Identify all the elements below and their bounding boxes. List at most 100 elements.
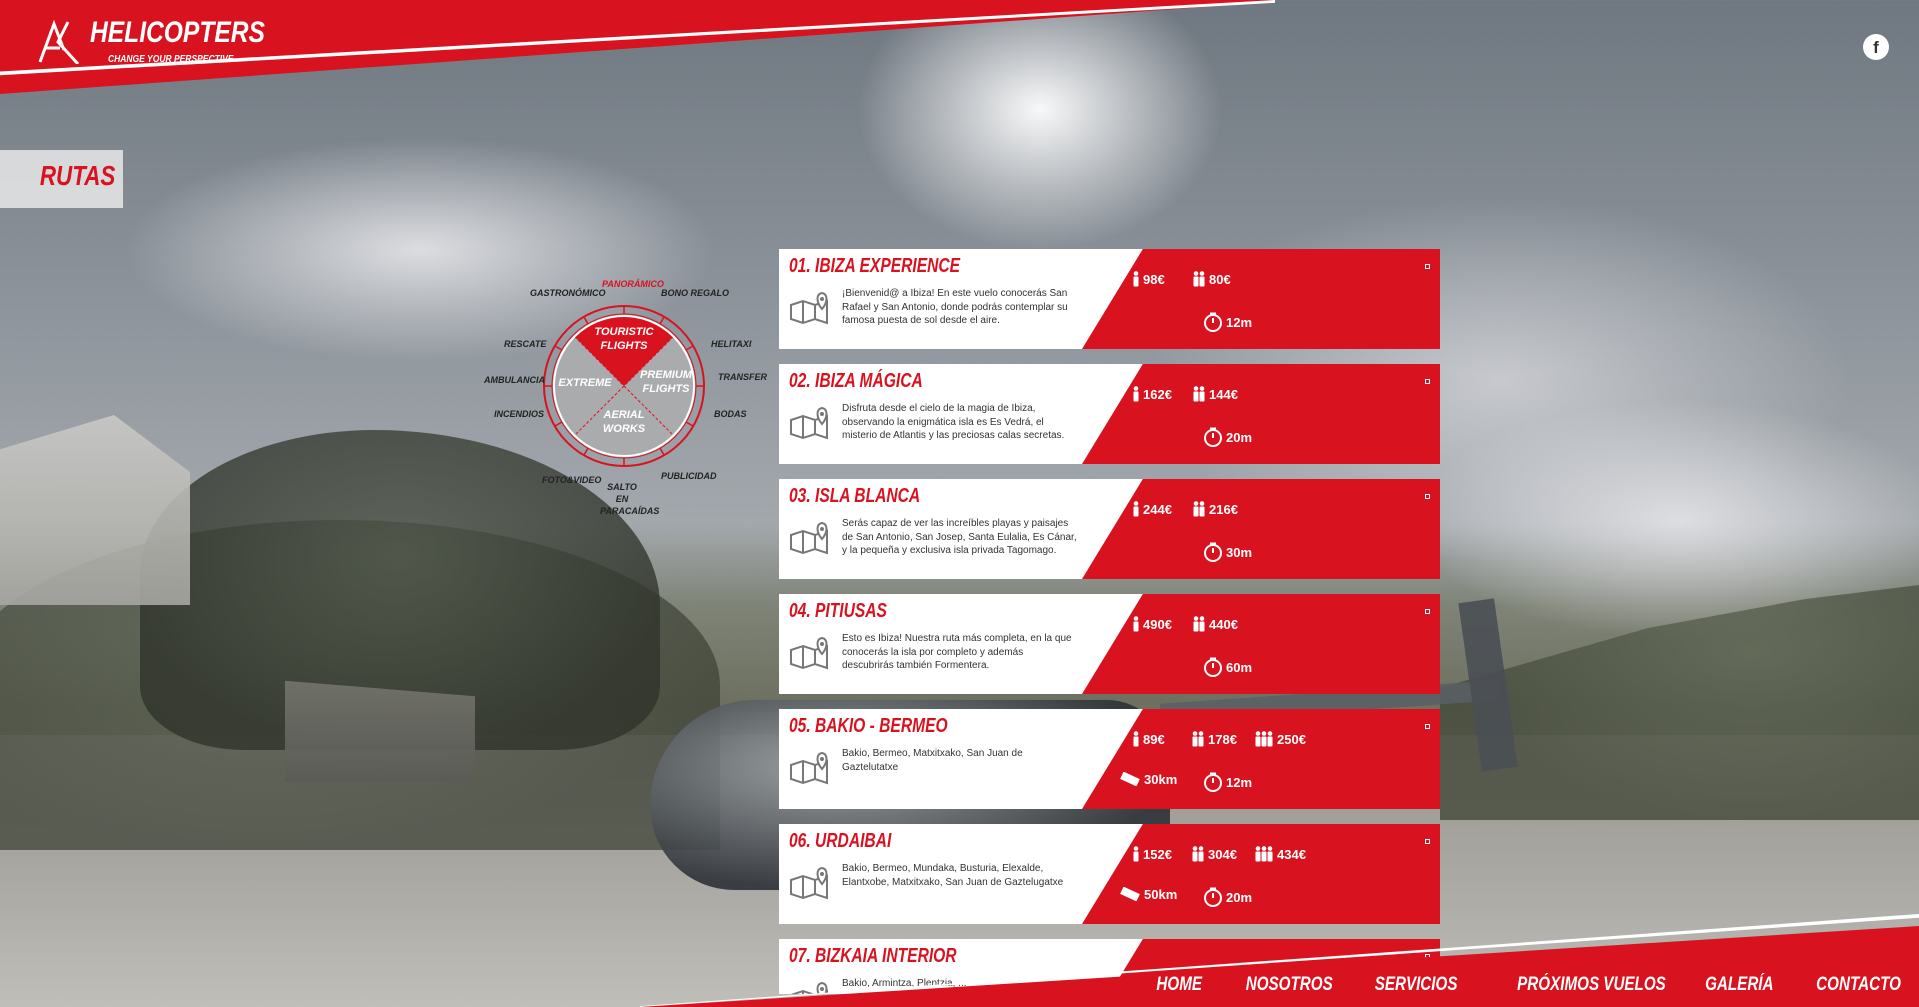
stopwatch-icon [1204, 312, 1222, 332]
wheel-label-bodas[interactable]: BODAS [714, 409, 747, 419]
route-card[interactable]: 02. IBIZA MÁGICA Disfruta desde el cielo… [779, 364, 1440, 464]
route-expand-toggle[interactable] [1425, 724, 1430, 729]
wheel-premium[interactable]: PREMIUM FLIGHTS [631, 368, 701, 396]
nav-nosotros[interactable]: NOSOTROS [1245, 974, 1332, 996]
section-title: RUTAS [39, 160, 116, 191]
logo-mark-icon [38, 20, 80, 64]
wheel-label-salto[interactable]: SALTO EN PARACAÍDAS [600, 481, 659, 517]
background-hills-right [1440, 580, 1919, 820]
route-card-price-panel [1082, 709, 1440, 809]
main-nav: HOME NOSOTROS SERVICIOS PRÓXIMOS VUELOS … [1145, 974, 1901, 996]
route-expand-toggle[interactable] [1425, 609, 1430, 614]
route-title[interactable]: 05. BAKIO - BERMEO [789, 715, 948, 738]
section-tab: RUTAS [0, 150, 123, 208]
route-price-one-person: 162€ [1132, 386, 1172, 402]
wheel-label-transfer[interactable]: TRANSFER [718, 372, 767, 382]
background-house [0, 415, 190, 605]
two-persons-icon [1193, 501, 1205, 517]
route-duration: 20m [1203, 887, 1252, 907]
facebook-icon[interactable]: f [1863, 34, 1889, 60]
route-price-three-persons: 434€ [1254, 846, 1306, 862]
route-price-one-person: 89€ [1132, 731, 1165, 747]
person-icon [1133, 616, 1139, 632]
wheel-label-panoramico[interactable]: PANORÁMICO [602, 279, 664, 289]
route-description: Bakio, Bermeo, Mundaka, Busturia, Elexal… [842, 863, 1064, 888]
person-icon [1133, 501, 1139, 517]
two-persons-icon [1193, 616, 1205, 632]
map-pin-icon [790, 521, 828, 555]
route-price-one-person: 98€ [1132, 271, 1165, 287]
wheel-extreme[interactable]: EXTREME [550, 376, 620, 390]
person-icon [1133, 846, 1139, 862]
background-hill [0, 520, 720, 850]
route-price-one-person: 244€ [1132, 501, 1172, 517]
routes-list: 01. IBIZA EXPERIENCE ¡Bienvenid@ a Ibiza… [779, 249, 1440, 994]
route-title[interactable]: 04. PITIUSAS [789, 600, 887, 623]
background-helicopter-fin [1458, 598, 1518, 772]
stopwatch-icon [1204, 542, 1222, 562]
route-expand-toggle[interactable] [1425, 379, 1430, 384]
nav-proximos-vuelos[interactable]: PRÓXIMOS VUELOS [1517, 974, 1666, 996]
route-price-three-persons: 250€ [1254, 731, 1306, 747]
route-duration: 12m [1203, 312, 1252, 332]
route-price-two-persons: 178€ [1191, 731, 1237, 747]
map-pin-icon [790, 981, 828, 994]
wheel-label-publicidad[interactable]: PUBLICIDAD [661, 471, 717, 481]
wheel-label-incendios[interactable]: INCENDIOS [494, 409, 544, 419]
map-pin-icon [790, 291, 828, 325]
nav-contacto[interactable]: CONTACTO [1816, 974, 1901, 996]
wheel-label-fotovideo[interactable]: FOTO&VIDEO [542, 475, 601, 485]
map-pin-icon [790, 751, 828, 785]
route-description: Esto es Ibiza! Nuestra ruta más completa… [842, 633, 1072, 671]
map-pin-icon [790, 636, 828, 670]
services-wheel: TOURISTIC FLIGHTS PREMIUM FLIGHTS EXTREM… [470, 268, 790, 528]
route-card[interactable]: 06. URDAIBAI Bakio, Bermeo, Mundaka, Bus… [779, 824, 1440, 924]
route-card-price-panel [1082, 479, 1440, 579]
background-shed [285, 680, 475, 782]
wheel-label-rescate[interactable]: RESCATE [504, 339, 546, 349]
route-expand-toggle[interactable] [1425, 494, 1430, 499]
route-description: ¡Bienvenid@ a Ibiza! En este vuelo conoc… [842, 288, 1068, 326]
route-description: Serás capaz de ver las increíbles playas… [842, 518, 1077, 556]
stopwatch-icon [1204, 427, 1222, 447]
brand-logo[interactable]: HELICOPTERS CHANGE YOUR PERSPECTIVE [38, 14, 265, 74]
stopwatch-icon [1204, 657, 1222, 677]
route-distance: 30km [1120, 771, 1177, 787]
wheel-touristic[interactable]: TOURISTIC FLIGHTS [589, 325, 659, 353]
person-icon [1133, 386, 1139, 402]
wheel-label-ambulancia[interactable]: AMBULANCIA [484, 375, 545, 385]
route-card[interactable]: 01. IBIZA EXPERIENCE ¡Bienvenid@ a Ibiza… [779, 249, 1440, 349]
route-title[interactable]: 02. IBIZA MÁGICA [789, 370, 923, 393]
route-duration: 12m [1203, 772, 1252, 792]
route-title[interactable]: 03. ISLA BLANCA [789, 485, 920, 508]
route-card[interactable]: 04. PITIUSAS Esto es Ibiza! Nuestra ruta… [779, 594, 1440, 694]
route-description: Bakio, Bermeo, Matxitxako, San Juan de G… [842, 748, 1023, 773]
ruler-icon [1120, 771, 1140, 787]
route-price-two-persons: 304€ [1191, 846, 1237, 862]
route-price-two-persons: 216€ [1192, 501, 1238, 517]
three-persons-icon [1255, 846, 1273, 862]
nav-servicios[interactable]: SERVICIOS [1375, 974, 1458, 996]
wheel-label-helitaxi[interactable]: HELITAXI [711, 339, 751, 349]
route-expand-toggle[interactable] [1425, 264, 1430, 269]
route-duration: 20m [1203, 427, 1252, 447]
route-title[interactable]: 07. BIZKAIA INTERIOR [789, 945, 957, 968]
nav-galeria[interactable]: GALERÍA [1705, 974, 1773, 996]
brand-name: HELICOPTERS [90, 16, 265, 49]
three-persons-icon [1255, 731, 1273, 747]
route-card[interactable]: 03. ISLA BLANCA Serás capaz de ver las i… [779, 479, 1440, 579]
route-price-one-person: 490€ [1132, 616, 1172, 632]
stopwatch-icon [1204, 887, 1222, 907]
route-price-two-persons: 80€ [1192, 271, 1231, 287]
route-distance: 50km [1120, 886, 1177, 902]
route-card[interactable]: 05. BAKIO - BERMEO Bakio, Bermeo, Matxit… [779, 709, 1440, 809]
route-expand-toggle[interactable] [1425, 839, 1430, 844]
route-title[interactable]: 01. IBIZA EXPERIENCE [789, 255, 960, 278]
wheel-aerial[interactable]: AERIAL WORKS [589, 408, 659, 436]
route-card-price-panel [1082, 594, 1440, 694]
route-title[interactable]: 06. URDAIBAI [789, 830, 891, 853]
nav-home[interactable]: HOME [1156, 974, 1202, 996]
map-pin-icon [790, 406, 828, 440]
wheel-label-gastronomico[interactable]: GASTRONÓMICO [530, 288, 606, 298]
wheel-label-bono-regalo[interactable]: BONO REGALO [661, 288, 729, 298]
